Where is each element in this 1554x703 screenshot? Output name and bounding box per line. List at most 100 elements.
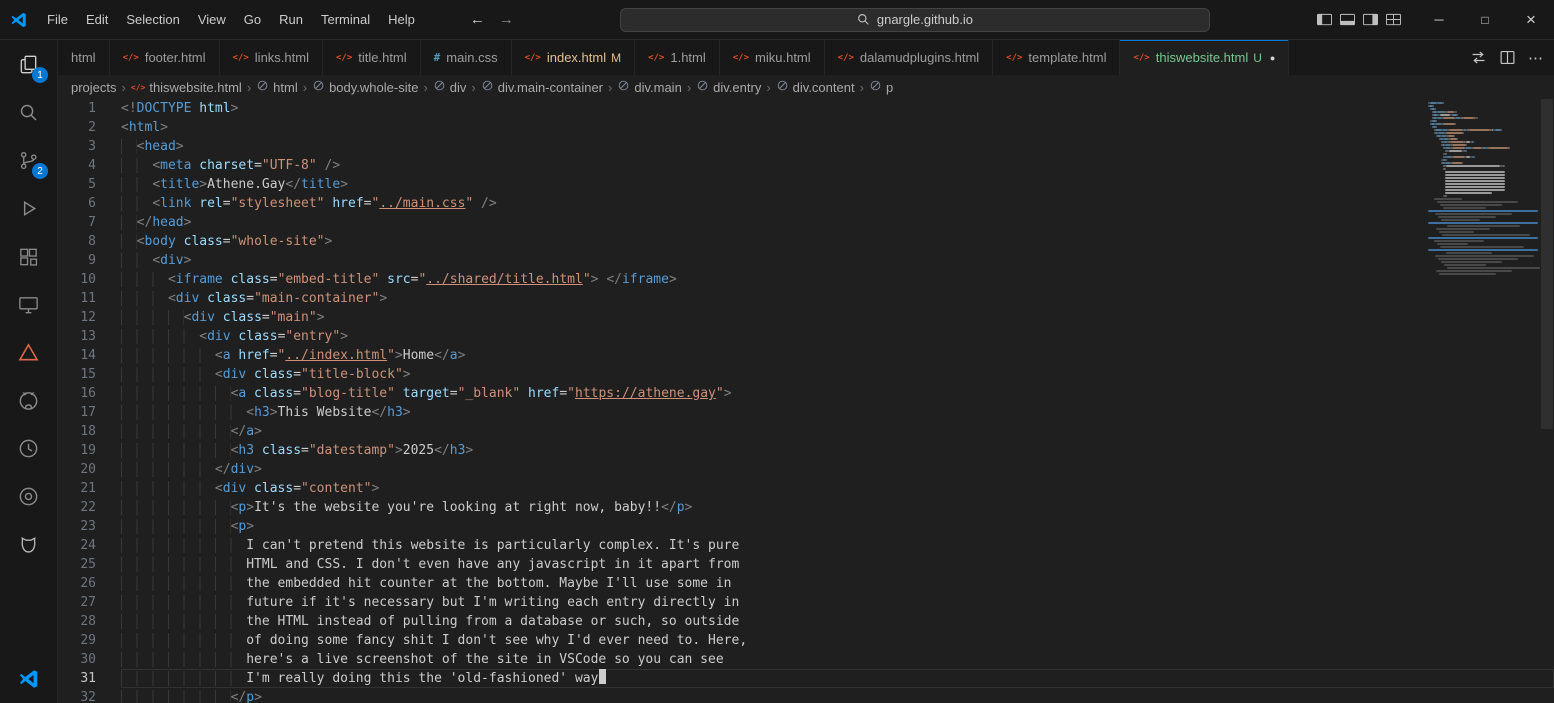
code-line-24[interactable]: I can't pretend this website is particul…: [121, 536, 1554, 555]
code-line-18[interactable]: </a>: [121, 422, 1554, 441]
code-line-5[interactable]: <title>Athene.Gay</title>: [121, 175, 1554, 194]
code-line-29[interactable]: of doing some fancy shit I don't see why…: [121, 631, 1554, 650]
code-line-30[interactable]: here's a live screenshot of the site in …: [121, 650, 1554, 669]
menu-view[interactable]: View: [189, 8, 235, 31]
run-and-debug-icon[interactable]: [0, 184, 57, 232]
open-changes-icon[interactable]: [1470, 49, 1487, 66]
breadcrumb-item-p[interactable]: p: [868, 79, 894, 95]
tab-1-html[interactable]: </>1.html: [635, 40, 720, 75]
extension-clock-icon[interactable]: [0, 424, 57, 472]
code-line-15[interactable]: <div class="title-block">: [121, 365, 1554, 384]
tab-index-html[interactable]: </>index.htmlM: [512, 40, 636, 75]
tab-dalamudplugins-html[interactable]: </>dalamudplugins.html: [825, 40, 994, 75]
customize-layout-icon[interactable]: [1385, 12, 1402, 27]
code-line-19[interactable]: <h3 class="datestamp">2025</h3>: [121, 441, 1554, 460]
breadcrumb-label: thiswebsite.html: [149, 80, 241, 95]
menu-file[interactable]: File: [38, 8, 77, 31]
breadcrumb-item-div-main[interactable]: div.main: [616, 79, 682, 95]
code-line-6[interactable]: <link rel="stylesheet" href="../main.css…: [121, 194, 1554, 213]
code-line-20[interactable]: </div>: [121, 460, 1554, 479]
breadcrumb-item-projects[interactable]: projects: [70, 80, 118, 95]
tab-main-css[interactable]: #main.css: [421, 40, 512, 75]
code-line-27[interactable]: future if it's necessary but I'm writing…: [121, 593, 1554, 612]
code-line-12[interactable]: <div class="main">: [121, 308, 1554, 327]
nav-forward-icon[interactable]: →: [499, 11, 514, 28]
code-line-21[interactable]: <div class="content">: [121, 479, 1554, 498]
indent-guides: [121, 424, 231, 439]
code-line-23[interactable]: <p>: [121, 517, 1554, 536]
code-line-31[interactable]: I'm really doing this the 'old-fashioned…: [121, 669, 1554, 688]
code-line-14[interactable]: <a href="../index.html">Home</a>: [121, 346, 1554, 365]
toggle-sidebar-icon[interactable]: [1316, 12, 1333, 27]
menu-terminal[interactable]: Terminal: [312, 8, 379, 31]
code-area[interactable]: <!DOCTYPE html><html> <head> <meta chars…: [121, 99, 1554, 703]
breadcrumb-item-div-content[interactable]: div.content: [775, 79, 856, 95]
breadcrumb-separator-icon: ›: [608, 80, 612, 95]
menu-selection[interactable]: Selection: [117, 8, 188, 31]
code-line-9[interactable]: <div>: [121, 251, 1554, 270]
menu-edit[interactable]: Edit: [77, 8, 117, 31]
unsaved-dot-icon[interactable]: ●: [1270, 53, 1275, 63]
explorer-icon[interactable]: 1: [0, 40, 57, 88]
code-line-8[interactable]: <body class="whole-site">: [121, 232, 1554, 251]
code-line-3[interactable]: <head>: [121, 137, 1554, 156]
command-center[interactable]: gnargle.github.io: [620, 8, 1210, 32]
extension-cat-icon[interactable]: [0, 520, 57, 568]
line-number: 13: [58, 327, 121, 346]
code-line-28[interactable]: the HTML instead of pulling from a datab…: [121, 612, 1554, 631]
extensions-icon[interactable]: [0, 232, 57, 280]
minimap[interactable]: [1428, 101, 1540, 275]
breadcrumb-item-div-entry[interactable]: div.entry: [695, 79, 762, 95]
breadcrumb-item-div-main-container[interactable]: div.main-container: [480, 79, 604, 95]
code-line-13[interactable]: <div class="entry">: [121, 327, 1554, 346]
tab-thiswebsite-html[interactable]: </>thiswebsite.htmlU●: [1120, 40, 1289, 75]
search-view-icon[interactable]: [0, 88, 57, 136]
github-icon[interactable]: [0, 376, 57, 424]
toggle-panel-icon[interactable]: [1339, 12, 1356, 27]
code-line-1[interactable]: <!DOCTYPE html>: [121, 99, 1554, 118]
tab-title-html[interactable]: </>title.html: [323, 40, 421, 75]
tab-html[interactable]: html: [58, 40, 110, 75]
code-line-32[interactable]: </p>: [121, 688, 1554, 703]
tab-strip: html</>footer.html</>links.html</>title.…: [58, 40, 1289, 75]
editor-scrollbar[interactable]: [1540, 99, 1554, 703]
extension-target-icon[interactable]: [0, 472, 57, 520]
breadcrumb-item-div[interactable]: div: [432, 79, 468, 95]
remote-explorer-icon[interactable]: [0, 280, 57, 328]
element-symbol-icon: [696, 79, 709, 95]
split-editor-icon[interactable]: [1499, 49, 1516, 66]
toggle-secondary-sidebar-icon[interactable]: [1362, 12, 1379, 27]
code-line-10[interactable]: <iframe class="embed-title" src="../shar…: [121, 270, 1554, 289]
tab-miku-html[interactable]: </>miku.html: [720, 40, 825, 75]
code-line-25[interactable]: HTML and CSS. I don't even have any java…: [121, 555, 1554, 574]
minimize-button[interactable]: ─: [1416, 0, 1462, 40]
tab-links-html[interactable]: </>links.html: [220, 40, 323, 75]
extension-triangle-icon[interactable]: [0, 328, 57, 376]
code-line-26[interactable]: the embedded hit counter at the bottom. …: [121, 574, 1554, 593]
tab-template-html[interactable]: </>template.html: [993, 40, 1120, 75]
code-line-17[interactable]: <h3>This Website</h3>: [121, 403, 1554, 422]
line-number: 8: [58, 232, 121, 251]
tab-footer-html[interactable]: </>footer.html: [110, 40, 220, 75]
code-line-11[interactable]: <div class="main-container">: [121, 289, 1554, 308]
breadcrumb-item-html[interactable]: html: [255, 79, 299, 95]
breadcrumb-item-thiswebsite-html[interactable]: </>thiswebsite.html: [130, 80, 243, 95]
close-button[interactable]: ×: [1508, 0, 1554, 40]
vscode-bottom-logo-icon[interactable]: [0, 655, 57, 703]
menu-go[interactable]: Go: [235, 8, 270, 31]
line-number: 3: [58, 137, 121, 156]
maximize-button[interactable]: □: [1462, 0, 1508, 40]
code-line-4[interactable]: <meta charset="UTF-8" />: [121, 156, 1554, 175]
breadcrumb-item-body-whole-site[interactable]: body.whole-site: [311, 79, 419, 95]
nav-back-icon[interactable]: ←: [470, 11, 485, 28]
indent-guides: [121, 196, 152, 211]
menu-help[interactable]: Help: [379, 8, 424, 31]
source-control-icon[interactable]: 2: [0, 136, 57, 184]
scrollbar-thumb[interactable]: [1541, 99, 1553, 429]
more-actions-icon[interactable]: ⋯: [1528, 49, 1544, 67]
code-line-2[interactable]: <html>: [121, 118, 1554, 137]
code-line-22[interactable]: <p>It's the website you're looking at ri…: [121, 498, 1554, 517]
code-line-7[interactable]: </head>: [121, 213, 1554, 232]
code-line-16[interactable]: <a class="blog-title" target="_blank" hr…: [121, 384, 1554, 403]
menu-run[interactable]: Run: [270, 8, 312, 31]
